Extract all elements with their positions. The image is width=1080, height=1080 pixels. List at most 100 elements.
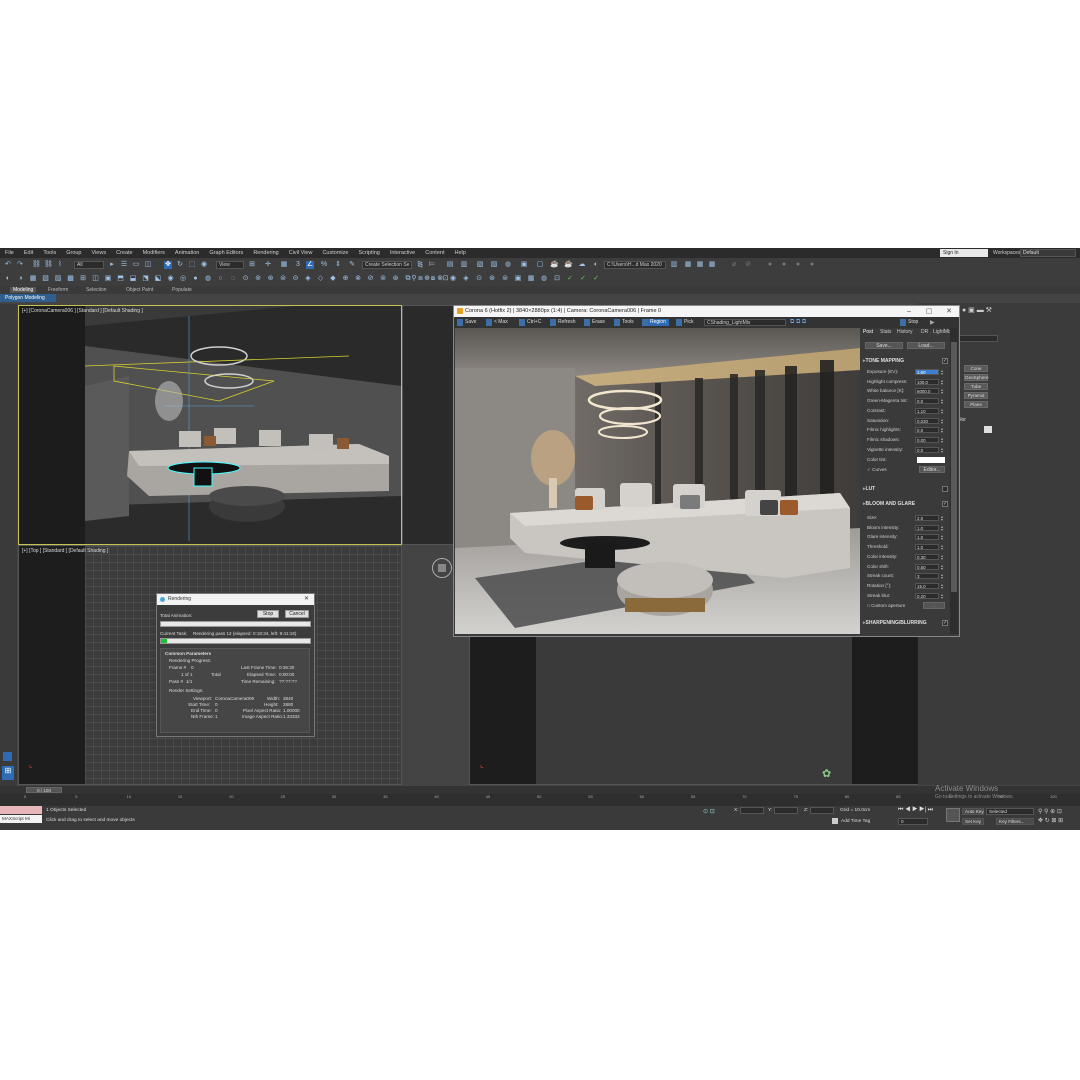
tone-param-input[interactable]: 0.0: [915, 398, 939, 405]
pivot-icon[interactable]: ⊞: [248, 261, 256, 269]
toolbar2-plugin-icon-1[interactable]: ⚲: [410, 275, 418, 283]
tone-param-input[interactable]: 0.0: [915, 427, 939, 434]
menu-modifiers[interactable]: Modifiers: [138, 250, 170, 256]
tone-param-input[interactable]: 0.0: [915, 446, 939, 453]
align-icon[interactable]: ⊨: [428, 261, 436, 269]
window-crossing-icon[interactable]: ◫: [144, 261, 152, 269]
named-selection-icon[interactable]: ✎: [348, 261, 356, 269]
tab-lightmix[interactable]: LightMix: [933, 329, 952, 335]
tone-param-spinner-icon[interactable]: ▴ ▾: [941, 398, 946, 405]
toolbar2-tool-icon-14[interactable]: ◉: [167, 275, 175, 283]
toolbar2-tool-icon-16[interactable]: ●: [192, 275, 200, 283]
toolbar2-tool-icon-17[interactable]: ◍: [204, 275, 212, 283]
toolbar2-plugin-icon-7[interactable]: ⊛: [488, 275, 496, 283]
rotate-icon[interactable]: ↻: [176, 261, 184, 269]
tone-param-spinner-icon[interactable]: ▴ ▾: [941, 369, 946, 376]
navigation-controls-icon[interactable]: ⚲ ⚲ ⊕ ⊡ ✥ ↻ ⊠ ⊞: [1038, 808, 1078, 826]
playback-controls-icon[interactable]: ⏮ ◀ ▶ ▶| ⏭: [898, 807, 933, 814]
bloom-glare-header[interactable]: BLOOM AND GLARE: [863, 501, 916, 507]
toolbar2-plugin-icon-3[interactable]: ⊗: [436, 275, 444, 283]
tone-param-spinner-icon[interactable]: ▴ ▾: [941, 407, 946, 414]
toolbar2-tool-icon-8[interactable]: ◫: [92, 275, 100, 283]
bloom-param-input[interactable]: 0.30: [915, 553, 939, 560]
toolbar2-tool-icon-6[interactable]: ▩: [67, 275, 75, 283]
toolbar2-tool-icon-5[interactable]: ▨: [54, 275, 62, 283]
vfb-stop-button[interactable]: Stop: [900, 319, 918, 326]
bloom-param-spinner-icon[interactable]: ▴ ▾: [941, 592, 946, 599]
render-iterative-icon[interactable]: ☕: [564, 261, 573, 269]
project-icon[interactable]: ▥: [670, 261, 678, 269]
lut-checkbox[interactable]: [942, 486, 948, 492]
tab-stats[interactable]: Stats: [880, 329, 891, 335]
dialog-cancel-button[interactable]: Cancel: [285, 610, 309, 618]
layer-explorer-icon[interactable]: ▤: [446, 261, 454, 269]
bloom-param-spinner-icon[interactable]: ▴ ▾: [941, 582, 946, 589]
viewport-layout-icon[interactable]: [3, 752, 12, 761]
rendered-frame-window-icon[interactable]: ▢: [536, 261, 544, 269]
isolate-selection-icon[interactable]: ⊙ ⊡: [703, 808, 715, 815]
menu-edit[interactable]: Edit: [19, 250, 38, 256]
vfb-panel-scrollbar[interactable]: [950, 328, 958, 634]
bloom-param-spinner-icon[interactable]: ▴ ▾: [941, 553, 946, 560]
toolbar2-plugin-icon-8[interactable]: ⊜: [501, 275, 509, 283]
toolbar2-plugin-icon-13[interactable]: ✓: [566, 275, 574, 283]
tone-param-input[interactable]: 1.10: [915, 407, 939, 414]
color-tint-swatch[interactable]: [917, 457, 945, 463]
bloom-glare-checkbox[interactable]: ✓: [942, 501, 948, 507]
toolbar2-tool-icon-4[interactable]: ▧: [42, 275, 50, 283]
tab-history[interactable]: History: [897, 329, 913, 335]
toolbar2-tool-icon-20[interactable]: ⊙: [242, 275, 250, 283]
track-bar[interactable]: 0 5 10 15 20 25 30 35 40 45 50 55 60 65 70 75 80 85 90 95 10…: [0, 794, 1080, 806]
x-coord-input[interactable]: [740, 807, 764, 814]
bloom-param-spinner-icon[interactable]: ▴ ▾: [941, 534, 946, 541]
toolbar2-plugin-icon-5[interactable]: ◈: [462, 275, 470, 283]
add-time-tag[interactable]: Add Time Tag: [841, 819, 870, 824]
common-parameters-header[interactable]: Common Parameters: [165, 651, 211, 656]
viewcube-gear-icon[interactable]: ✿: [822, 767, 836, 781]
lut-header[interactable]: LUT: [863, 486, 876, 492]
viewport-layout-tab-icon[interactable]: ⊞: [2, 766, 14, 780]
corona-vfb-icon[interactable]: ▦: [708, 261, 716, 269]
tone-param-input[interactable]: 0.020: [915, 417, 939, 424]
toolbar2-plugin-icon-15[interactable]: ✓: [592, 275, 600, 283]
menu-customize[interactable]: Customize: [317, 250, 353, 256]
bloom-param-input[interactable]: 1.0: [915, 534, 939, 541]
menu-help[interactable]: Help: [449, 250, 470, 256]
top-viewport-label[interactable]: [+] [Top ] [Standard ] [Default Shading …: [22, 548, 108, 554]
maximize-icon[interactable]: ▢: [924, 306, 934, 317]
post-load-button[interactable]: Load...: [907, 342, 945, 349]
toolbar2-plugin-icon-12[interactable]: ⊡: [553, 275, 561, 283]
spinner-snap-icon[interactable]: ⇕: [334, 261, 342, 269]
corona-ir-icon[interactable]: ▦: [696, 261, 704, 269]
render-cloud-icon[interactable]: ☁: [578, 261, 586, 269]
tube-button[interactable]: Tube: [964, 383, 988, 390]
vfb-erase-button[interactable]: Erase: [584, 319, 605, 326]
curve-editor-icon[interactable]: ▧: [476, 261, 484, 269]
project-path-dropdown[interactable]: C:\Users\H...d Max 2020: [604, 261, 666, 269]
toolbar2-tool-icon-30[interactable]: ⊘: [367, 275, 375, 283]
select-by-name-icon[interactable]: ☰: [120, 261, 128, 269]
toolbar2-plugin-icon-14[interactable]: ✓: [579, 275, 587, 283]
toolbar2-tool-icon-27[interactable]: ◆: [329, 275, 337, 283]
snaps-toggle-icon[interactable]: 3: [294, 261, 302, 269]
vfb-region-button[interactable]: Region: [642, 319, 669, 326]
angle-snap-icon[interactable]: ∠: [306, 261, 314, 269]
select-object-icon[interactable]: ▸: [108, 261, 116, 269]
bind-space-warp-icon[interactable]: ⌇: [56, 261, 64, 269]
toolbar2-tool-icon-9[interactable]: ▣: [104, 275, 112, 283]
key-mode-icon[interactable]: [946, 808, 960, 822]
tone-param-input[interactable]: 0.00: [915, 436, 939, 443]
toolbar2-plugin-icon-11[interactable]: ◍: [540, 275, 548, 283]
vfb-channel-dropdown[interactable]: CShading_LightMix: [704, 319, 786, 326]
set-key-button[interactable]: Set Key: [962, 818, 984, 825]
geosphere-button[interactable]: GeoSphere: [964, 374, 989, 381]
vfb-panel-scroll-thumb[interactable]: [951, 342, 957, 592]
toolbar2-tool-icon-15[interactable]: ◎: [179, 275, 187, 283]
select-manipulate-icon[interactable]: ✛: [264, 261, 272, 269]
z-coord-input[interactable]: [810, 807, 834, 814]
toolbar2-tool-icon-10[interactable]: ⬒: [117, 275, 125, 283]
dialog-stop-button[interactable]: Stop: [257, 610, 279, 618]
toolbar2-tool-icon-25[interactable]: ◈: [304, 275, 312, 283]
time-slider[interactable]: 0 / 100: [0, 786, 1080, 794]
menu-animation[interactable]: Animation: [170, 250, 204, 256]
